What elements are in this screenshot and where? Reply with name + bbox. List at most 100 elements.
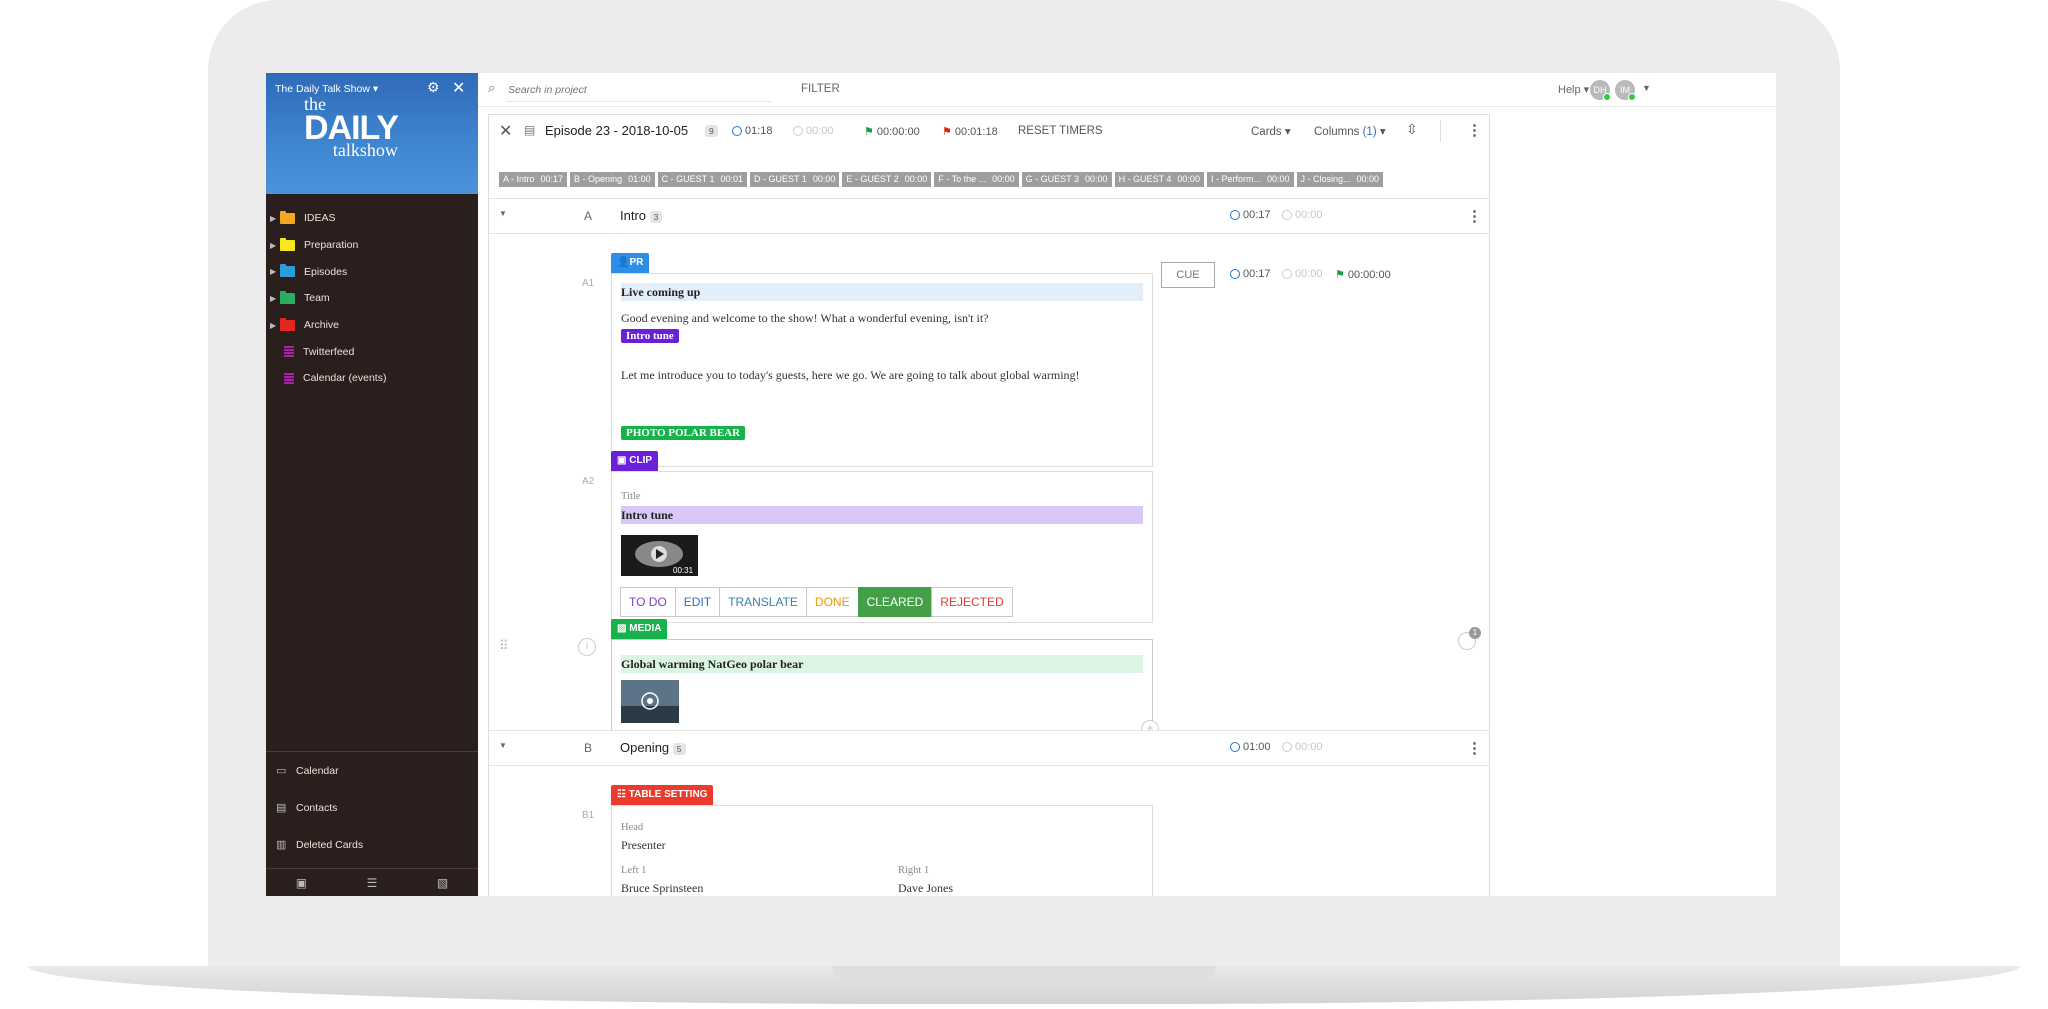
gear-icon[interactable]: ⚙ — [427, 79, 440, 96]
card-pr[interactable]: Live coming up Good evening and welcome … — [611, 273, 1153, 467]
section-chip[interactable]: E - GUEST 2 00:00 — [842, 172, 932, 187]
sidebar-bottom-links: ▭ Calendar ▤ Contacts ▥ Deleted Cards — [266, 751, 478, 863]
sidebar-item-twitterfeed[interactable]: Twitterfeed — [266, 338, 478, 365]
section-chip[interactable]: D - GUEST 1 00:00 — [750, 172, 840, 187]
sidebar-item-calendar-events[interactable]: Calendar (events) — [266, 365, 478, 392]
status-rejected-button[interactable]: REJECTED — [931, 587, 1013, 617]
chip-time: 00:00 — [904, 174, 928, 184]
field-label: Right 1 — [898, 865, 930, 876]
project-header: The Daily Talk Show ▾ ⚙ ✕ the DAILY talk… — [266, 73, 478, 194]
info-icon[interactable]: i — [578, 638, 596, 656]
sidebar-item-episodes[interactable]: ▶ Episodes — [266, 258, 478, 285]
online-dot — [1603, 93, 1611, 101]
section-chip[interactable]: A - Intro 00:17 — [499, 172, 568, 187]
chip-time: 00:00 — [1177, 174, 1200, 184]
chevron-down-icon[interactable]: ▼ — [1642, 83, 1651, 93]
field-label: Left 1 — [621, 865, 647, 876]
left-value: Bruce Sprinsteen — [621, 881, 704, 895]
section-chip[interactable]: H - GUEST 4 00:00 — [1114, 172, 1204, 187]
card-media[interactable]: Global warming NatGeo polar bear — [611, 639, 1153, 731]
stopwatch-icon — [1282, 742, 1292, 752]
chevron-right-icon[interactable]: ▶ — [270, 294, 280, 303]
filter-button[interactable]: FILTER — [801, 83, 840, 95]
chip-time: 00:00 — [1085, 174, 1108, 184]
clip-reference[interactable]: Intro tune — [621, 329, 679, 343]
status-to-do-button[interactable]: TO DO — [620, 587, 676, 617]
planned-timer: 01:18 — [732, 125, 773, 137]
cards-menu[interactable]: Cards ▾ — [1251, 124, 1291, 138]
columns-menu[interactable]: Columns (1) ▾ — [1314, 124, 1386, 138]
chevron-right-icon[interactable]: ▶ — [270, 321, 280, 330]
reset-timers-button[interactable]: RESET TIMERS — [1018, 125, 1103, 137]
sidebar-item-ideas[interactable]: ▶ IDEAS — [266, 205, 478, 232]
card-table-setting[interactable]: Head Presenter Left 1 Bruce Sprinsteen R… — [611, 805, 1153, 896]
sidebar-link-deleted[interactable]: ▥ Deleted Cards — [266, 826, 478, 863]
row-label: B1 — [582, 810, 595, 821]
sidebar-item-label: Team — [304, 292, 330, 305]
project-switcher[interactable]: The Daily Talk Show ▾ — [275, 83, 378, 95]
section-chip[interactable]: C - GUEST 1 00:01 — [657, 172, 747, 187]
close-icon[interactable]: ✕ — [452, 78, 465, 98]
person-icon: 👤 — [617, 257, 630, 268]
close-icon[interactable]: ✕ — [499, 121, 512, 141]
status-done-button[interactable]: DONE — [805, 587, 859, 617]
section-title-text: Intro — [620, 208, 647, 223]
end-flag-value: 00:01:18 — [954, 125, 998, 138]
section-title: Intro 3 — [620, 208, 663, 223]
section-chip[interactable]: J - Closing... 00:00 — [1296, 172, 1384, 187]
media-reference[interactable]: PHOTO POLAR BEAR — [621, 426, 746, 440]
status-translate-button[interactable]: TRANSLATE — [719, 587, 807, 617]
sidebar-item-archive[interactable]: ▶ Archive — [266, 312, 478, 339]
help-menu[interactable]: Help ▾ — [1558, 83, 1589, 96]
chip-time: 00:00 — [812, 174, 836, 184]
chip-label: A - Intro — [503, 174, 535, 184]
episode-title: Episode 23 - 2018-10-05 — [545, 123, 689, 138]
sidebar-link-calendar[interactable]: ▭ Calendar — [266, 752, 478, 789]
sidebar-item-team[interactable]: ▶ Team — [266, 285, 478, 312]
card-type-tag: ☷ TABLE SETTING — [611, 785, 714, 805]
sidebar-item-preparation[interactable]: ▶ Preparation — [266, 232, 478, 259]
chip-label: C - GUEST 1 — [661, 174, 715, 184]
new-list-icon[interactable]: ☰ — [367, 876, 378, 890]
sidebar-link-label: Calendar — [296, 764, 339, 777]
tag-label: MEDIA — [629, 623, 662, 634]
elapsed-value: 00:00 — [806, 125, 834, 137]
sidebar-link-contacts[interactable]: ▤ Contacts — [266, 789, 478, 826]
chevron-right-icon[interactable]: ▶ — [270, 214, 280, 223]
collapse-icon[interactable]: ⇳ — [1406, 121, 1418, 138]
card-type-tag: 👤PR — [611, 253, 650, 273]
status-edit-button[interactable]: EDIT — [674, 587, 721, 617]
avatar[interactable]: IM — [1615, 80, 1636, 101]
avatar[interactable]: DH — [1590, 80, 1611, 101]
chevron-right-icon[interactable]: ▶ — [270, 241, 280, 250]
chip-time: 00:01 — [720, 174, 743, 184]
section-chip[interactable]: G - GUEST 3 00:00 — [1021, 172, 1112, 187]
card-headline: Live coming up — [621, 283, 1143, 301]
more-options-icon[interactable]: ⋮ — [1467, 121, 1482, 139]
play-icon: 00:31 — [621, 535, 698, 576]
status-cleared-button[interactable]: CLEARED — [857, 587, 933, 617]
chip-time: 01:00 — [628, 174, 651, 184]
drag-handle-icon[interactable]: ⠿ — [499, 638, 509, 654]
section-chip[interactable]: F - To the ... 00:00 — [934, 172, 1019, 187]
chevron-down-icon[interactable]: ▼ — [499, 209, 507, 218]
new-episode-icon[interactable]: ▧ — [437, 876, 448, 890]
section-planned: 01:00 — [1230, 741, 1271, 753]
planned-value: 01:18 — [745, 125, 773, 137]
more-options-icon[interactable]: ⋮ — [1467, 739, 1482, 757]
status-toggle-group: TO DO EDIT TRANSLATE DONE CLEARED REJECTED — [620, 587, 1013, 617]
card-elapsed-value: 00:00 — [1295, 268, 1323, 280]
new-folder-icon[interactable]: ▣ — [296, 876, 307, 890]
search-input[interactable] — [506, 79, 772, 102]
more-options-icon[interactable]: ⋮ — [1467, 207, 1482, 225]
section-chips: A - Intro 00:17 B - Opening 01:00 C - GUEST … — [499, 172, 1384, 187]
clip-thumbnail[interactable]: 00:31 — [621, 535, 698, 576]
chevron-down-icon[interactable]: ▼ — [499, 741, 507, 750]
card-clip[interactable]: Title Intro tune 00:31 TO DO EDIT TRANSLAT… — [611, 471, 1153, 623]
start-flag-timer: ⚑ 00:00:00 — [864, 125, 920, 139]
media-thumbnail[interactable] — [621, 680, 679, 723]
section-chip[interactable]: B - Opening 01:00 — [570, 172, 655, 187]
section-chip[interactable]: I - Perform... 00:00 — [1206, 172, 1294, 187]
chevron-right-icon[interactable]: ▶ — [270, 267, 280, 276]
cue-button[interactable]: CUE — [1161, 262, 1215, 288]
